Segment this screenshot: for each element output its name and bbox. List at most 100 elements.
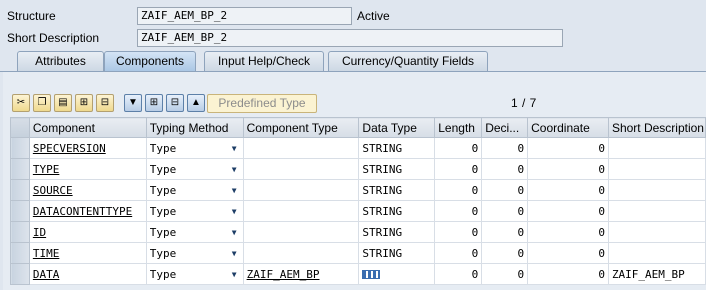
row-selector[interactable] bbox=[10, 200, 30, 222]
short-description-cell[interactable] bbox=[607, 221, 706, 243]
tab-components[interactable]: Components bbox=[104, 51, 196, 72]
coordinate-cell[interactable]: 0 bbox=[527, 263, 609, 285]
component-type-cell[interactable]: ZAIF_AEM_BP bbox=[242, 263, 360, 285]
column-header-decimals[interactable]: Deci... bbox=[481, 117, 529, 138]
component-type-cell[interactable] bbox=[242, 137, 360, 159]
length-cell[interactable]: 0 bbox=[434, 221, 483, 243]
coordinate-cell[interactable]: 0 bbox=[527, 158, 609, 180]
dropdown-arrow-icon[interactable]: ▼ bbox=[232, 228, 240, 237]
dropdown-arrow-icon[interactable]: ▼ bbox=[232, 249, 240, 258]
decimals-cell[interactable]: 0 bbox=[481, 158, 529, 180]
insert-row-icon[interactable]: ⊞ bbox=[75, 94, 93, 112]
short-description-cell[interactable] bbox=[607, 158, 706, 180]
component-cell[interactable]: SPECVERSION bbox=[28, 137, 147, 159]
component-cell[interactable]: DATA bbox=[28, 263, 147, 285]
typing-method-dropdown[interactable]: Type ▼ bbox=[145, 221, 244, 243]
row-selector[interactable] bbox=[10, 137, 30, 159]
typing-method-dropdown[interactable]: Type ▼ bbox=[145, 158, 244, 180]
length-cell[interactable]: 0 bbox=[434, 158, 483, 180]
tab-input-help-check[interactable]: Input Help/Check bbox=[204, 51, 324, 71]
typing-method-dropdown[interactable]: Type ▼ bbox=[145, 179, 244, 201]
decimals-cell[interactable]: 0 bbox=[481, 242, 529, 264]
length-cell[interactable]: 0 bbox=[434, 200, 483, 222]
column-header-typing-method[interactable]: Typing Method bbox=[145, 117, 244, 138]
component-cell[interactable]: ID bbox=[28, 221, 147, 243]
dropdown-arrow-icon[interactable]: ▼ bbox=[232, 207, 240, 216]
data-type-cell[interactable]: STRING bbox=[358, 137, 436, 159]
tab-attributes[interactable]: Attributes bbox=[17, 51, 104, 71]
cut-icon[interactable]: ✂ bbox=[12, 94, 30, 112]
component-type-cell[interactable] bbox=[242, 200, 360, 222]
typing-method-value: Type bbox=[149, 141, 177, 155]
dropdown-arrow-icon[interactable]: ▼ bbox=[232, 270, 240, 279]
copy-icon[interactable]: ❐ bbox=[33, 94, 51, 112]
row-selector[interactable] bbox=[10, 158, 30, 180]
column-header-data-type[interactable]: Data Type bbox=[358, 117, 436, 138]
structure-label: Structure bbox=[7, 9, 56, 23]
length-cell[interactable]: 0 bbox=[434, 179, 483, 201]
predefined-type-button[interactable]: Predefined Type bbox=[207, 94, 317, 113]
data-type-cell[interactable]: STRING bbox=[358, 158, 436, 180]
collapse-icon[interactable]: ⊟ bbox=[166, 94, 184, 112]
row-selector[interactable] bbox=[10, 179, 30, 201]
data-type-cell[interactable]: STRING bbox=[358, 242, 436, 264]
column-header-coordinate[interactable]: Coordinate bbox=[527, 117, 609, 138]
short-description-cell[interactable]: ZAIF_AEM_BP bbox=[607, 263, 706, 285]
column-header-length[interactable]: Length bbox=[434, 117, 483, 138]
dropdown-arrow-icon[interactable]: ▼ bbox=[232, 144, 240, 153]
decimals-cell[interactable]: 0 bbox=[481, 179, 529, 201]
typing-method-dropdown[interactable]: Type ▼ bbox=[145, 242, 244, 264]
component-cell[interactable]: TIME bbox=[28, 242, 147, 264]
component-cell[interactable]: SOURCE bbox=[28, 179, 147, 201]
data-type-cell[interactable]: STRING bbox=[358, 221, 436, 243]
decimals-cell[interactable]: 0 bbox=[481, 263, 529, 285]
component-cell[interactable]: DATACONTENTTYPE bbox=[28, 200, 147, 222]
filter-icon[interactable]: ▼ bbox=[124, 94, 142, 112]
row-selector[interactable] bbox=[10, 242, 30, 264]
typing-method-value: Type bbox=[149, 204, 177, 218]
length-cell[interactable]: 0 bbox=[434, 242, 483, 264]
data-type-cell[interactable] bbox=[358, 263, 436, 285]
coordinate-cell[interactable]: 0 bbox=[527, 242, 609, 264]
row-selector[interactable] bbox=[10, 221, 30, 243]
component-type-cell[interactable] bbox=[242, 242, 360, 264]
short-description-cell[interactable] bbox=[607, 242, 706, 264]
typing-method-value: Type bbox=[149, 246, 177, 260]
dropdown-arrow-icon[interactable]: ▼ bbox=[232, 165, 240, 174]
select-all-cell[interactable] bbox=[10, 117, 30, 138]
component-type-cell[interactable] bbox=[242, 221, 360, 243]
length-cell[interactable]: 0 bbox=[434, 137, 483, 159]
decimals-cell[interactable]: 0 bbox=[481, 221, 529, 243]
delete-row-icon[interactable]: ⊟ bbox=[96, 94, 114, 112]
short-description-field[interactable]: ZAIF_AEM_BP_2 bbox=[137, 29, 563, 47]
component-cell[interactable]: TYPE bbox=[28, 158, 147, 180]
component-type-cell[interactable] bbox=[242, 179, 360, 201]
typing-method-dropdown[interactable]: Type ▼ bbox=[145, 200, 244, 222]
coordinate-cell[interactable]: 0 bbox=[527, 137, 609, 159]
column-header-short-description[interactable]: Short Description bbox=[607, 117, 706, 138]
column-header-component[interactable]: Component bbox=[28, 117, 147, 138]
structure-field[interactable]: ZAIF_AEM_BP_2 bbox=[137, 7, 352, 25]
typing-method-dropdown[interactable]: Type ▼ bbox=[145, 137, 244, 159]
data-type-cell[interactable]: STRING bbox=[358, 179, 436, 201]
data-type-cell[interactable]: STRING bbox=[358, 200, 436, 222]
status-text: Active bbox=[357, 9, 390, 23]
component-type-cell[interactable] bbox=[242, 158, 360, 180]
column-header-component-type[interactable]: Component Type bbox=[242, 117, 360, 138]
dropdown-arrow-icon[interactable]: ▼ bbox=[232, 186, 240, 195]
short-description-cell[interactable] bbox=[607, 200, 706, 222]
typing-method-dropdown[interactable]: Type ▼ bbox=[145, 263, 244, 285]
short-description-cell[interactable] bbox=[607, 137, 706, 159]
length-cell[interactable]: 0 bbox=[434, 263, 483, 285]
decimals-cell[interactable]: 0 bbox=[481, 137, 529, 159]
row-selector[interactable] bbox=[10, 263, 30, 285]
coordinate-cell[interactable]: 0 bbox=[527, 200, 609, 222]
short-description-cell[interactable] bbox=[607, 179, 706, 201]
coordinate-cell[interactable]: 0 bbox=[527, 179, 609, 201]
scroll-up-icon[interactable]: ▲ bbox=[187, 94, 205, 112]
paste-icon[interactable]: ▤ bbox=[54, 94, 72, 112]
coordinate-cell[interactable]: 0 bbox=[527, 221, 609, 243]
expand-icon[interactable]: ⊞ bbox=[145, 94, 163, 112]
tab-currency-quantity-fields[interactable]: Currency/Quantity Fields bbox=[328, 51, 488, 71]
decimals-cell[interactable]: 0 bbox=[481, 200, 529, 222]
